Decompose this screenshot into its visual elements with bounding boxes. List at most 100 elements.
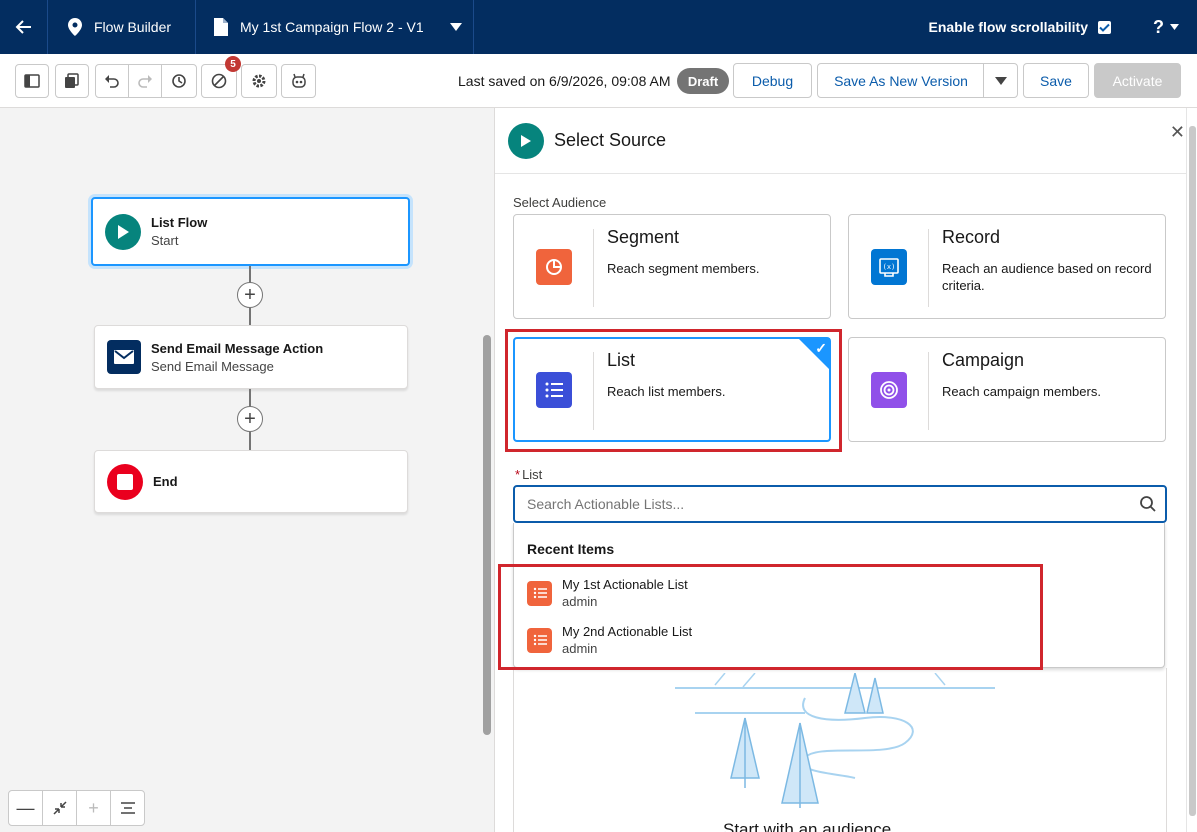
flow-name: My 1st Campaign Flow 2 - V1 xyxy=(240,19,424,35)
save-as-new-version-button[interactable]: Save As New Version xyxy=(817,63,985,98)
search-icon xyxy=(1140,496,1156,512)
redo-button[interactable] xyxy=(128,64,162,98)
send-email-node[interactable]: Send Email Message Action Send Email Mes… xyxy=(94,325,408,389)
list-search-input[interactable] xyxy=(515,487,1115,521)
select-source-panel: Select Source ✕ Select Audience Segment … xyxy=(494,108,1187,832)
fit-view-button[interactable] xyxy=(43,791,77,825)
check-icon xyxy=(1099,23,1110,32)
contract-icon xyxy=(52,801,67,815)
list-icon xyxy=(527,627,552,653)
audience-card-record[interactable]: (x) Record Reach an audience based on re… xyxy=(848,214,1166,319)
select-audience-label: Select Audience xyxy=(513,195,607,210)
list-icon xyxy=(527,580,552,606)
toggle-toolbox-button[interactable] xyxy=(15,64,49,98)
connector xyxy=(249,432,251,450)
save-button[interactable]: Save xyxy=(1023,63,1089,98)
envelope-icon xyxy=(107,340,141,374)
plus-icon: + xyxy=(244,284,256,306)
einstein-button[interactable] xyxy=(281,64,316,98)
list-item-owner: admin xyxy=(562,594,598,609)
activate-button[interactable]: Activate xyxy=(1094,63,1181,98)
debug-button[interactable]: Debug xyxy=(733,63,812,98)
bot-icon xyxy=(291,73,306,88)
scrollbar-thumb[interactable] xyxy=(1189,126,1196,816)
zoom-out-button[interactable]: — xyxy=(9,791,43,825)
list-icon xyxy=(536,372,572,408)
close-icon[interactable]: ✕ xyxy=(1170,122,1185,143)
start-node[interactable]: List Flow Start xyxy=(91,197,410,266)
connector xyxy=(249,389,251,407)
target-icon xyxy=(871,372,907,408)
node-title: List Flow xyxy=(151,215,208,230)
card-description: Reach an audience based on record criter… xyxy=(942,261,1152,293)
status-badge: Draft xyxy=(677,68,729,94)
scrollability-checkbox[interactable] xyxy=(1098,20,1111,34)
node-title: End xyxy=(153,474,178,489)
flow-canvas[interactable]: List Flow Start + Send Email Message Act… xyxy=(0,108,494,832)
card-divider xyxy=(593,352,594,430)
svg-text:(x): (x) xyxy=(883,263,896,271)
resource-manager-button[interactable] xyxy=(55,64,89,98)
card-title: List xyxy=(607,350,636,370)
list-item-name: My 2nd Actionable List xyxy=(562,624,693,639)
chevron-down-icon xyxy=(449,23,462,31)
trees-illustration xyxy=(675,673,995,808)
add-element-button[interactable]: + xyxy=(237,282,263,308)
zoom-in-button[interactable]: + xyxy=(77,791,111,825)
arrow-left-icon xyxy=(15,20,31,34)
list-search-field[interactable] xyxy=(513,485,1167,523)
back-button[interactable] xyxy=(0,0,48,54)
audience-card-campaign[interactable]: Campaign Reach campaign members. xyxy=(848,337,1166,442)
version-history-button[interactable] xyxy=(161,64,197,98)
undo-button[interactable] xyxy=(95,64,129,98)
pie-chart-icon xyxy=(536,249,572,285)
page-scrollbar[interactable] xyxy=(1186,108,1197,832)
app-name: Flow Builder xyxy=(94,19,172,35)
check-icon: ✓ xyxy=(815,340,827,356)
error-count-badge: 5 xyxy=(225,56,241,72)
copy-icon xyxy=(65,73,79,88)
document-icon xyxy=(214,18,228,36)
help-menu[interactable]: ? xyxy=(1135,17,1197,38)
card-description: Reach segment members. xyxy=(607,261,760,276)
recent-items-dropdown: Recent Items My 1st Actionable List admi… xyxy=(513,523,1165,668)
chevron-down-icon xyxy=(1170,24,1179,30)
panel-icon xyxy=(24,74,40,88)
card-description: Reach campaign members. xyxy=(942,384,1101,399)
auto-layout-button[interactable] xyxy=(111,791,144,825)
scrollability-label: Enable flow scrollability xyxy=(928,19,1088,35)
card-description: Reach list members. xyxy=(607,384,726,399)
required-marker: * xyxy=(515,467,521,482)
list-item-owner: admin xyxy=(562,641,598,656)
node-subtitle: Start xyxy=(151,233,179,248)
plus-icon: + xyxy=(88,797,99,818)
flow-name-menu[interactable]: My 1st Campaign Flow 2 - V1 xyxy=(196,0,474,54)
help-icon: ? xyxy=(1153,16,1164,37)
card-divider xyxy=(593,229,594,307)
audience-card-segment[interactable]: Segment Reach segment members. xyxy=(513,214,831,319)
location-pin-icon xyxy=(68,18,82,36)
empty-state-heading: Start with an audience xyxy=(723,820,892,832)
record-icon: (x) xyxy=(871,249,907,285)
add-element-button[interactable]: + xyxy=(237,406,263,432)
settings-button[interactable] xyxy=(241,64,277,98)
list-item[interactable]: My 1st Actionable List admin xyxy=(527,573,1147,613)
audience-card-list[interactable]: List Reach list members. ✓ xyxy=(513,337,831,442)
list-item[interactable]: My 2nd Actionable List admin xyxy=(527,620,1147,660)
errors-button[interactable]: 5 xyxy=(201,56,241,98)
card-title: Record xyxy=(942,227,1001,247)
ban-icon xyxy=(211,73,227,89)
gear-icon xyxy=(252,74,266,88)
panel-title: Select Source xyxy=(554,130,667,150)
connector xyxy=(249,308,251,325)
redo-icon xyxy=(138,75,152,88)
card-divider xyxy=(928,229,929,307)
save-options-menu[interactable] xyxy=(983,63,1018,98)
list-label-text: List xyxy=(522,467,543,482)
end-node[interactable]: End xyxy=(94,450,408,513)
minus-icon: — xyxy=(16,797,35,818)
canvas-scrollbar[interactable] xyxy=(483,335,491,735)
recent-items-heading: Recent Items xyxy=(527,541,615,557)
align-center-icon xyxy=(120,802,135,814)
card-title: Campaign xyxy=(942,350,1025,370)
